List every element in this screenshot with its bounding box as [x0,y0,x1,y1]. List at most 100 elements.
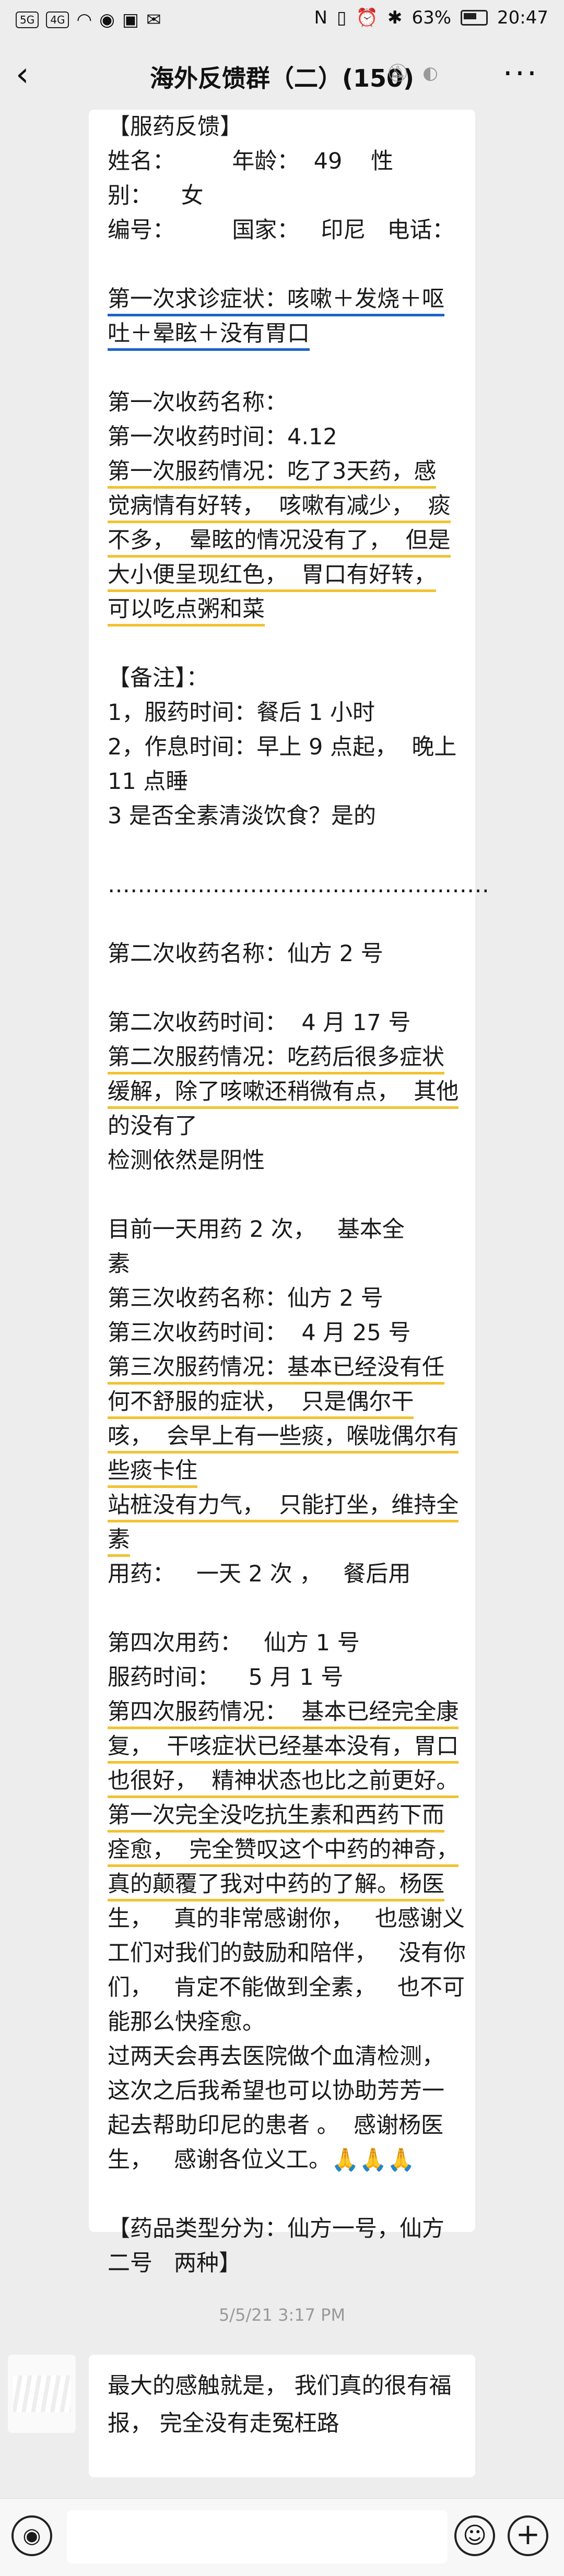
message-line: 二号 两种】 [108,2246,460,2280]
message-line-text: 编号： 国家： 印尼 电话： [108,217,455,243]
message-line-text: 可以吃点粥和菜 [108,595,265,627]
message-line: 能那么快痊愈。 [108,2005,460,2039]
message-line: 【服药反馈】 [108,110,460,144]
message-line: 们， 肯定不能做到全素， 也不可 [108,1970,465,2005]
message-line-text: 第一次求诊症状：咳嗽＋发烧＋呕 [108,285,444,316]
message-line-text: 第二次服药情况：吃药后很多症状 [108,1043,444,1074]
chat-title: 海外反馈群（二）(150) [149,64,415,92]
message-line-text: 第四次服药情况： 基本已经完全康 [108,1697,459,1729]
more-options-button[interactable]: ··· [503,55,539,92]
message-line-text: 2，作息时间：早上 9 点起， 晚上 [108,734,457,760]
message-line-text: 能那么快痊愈。 [108,2009,265,2035]
message-line-text: 第一次服药情况：吃了3天药，感 [108,457,437,489]
message-line-text: 这次之后我希望也可以协助芳芳一 [108,2078,444,2104]
message-line: 的没有了 [108,1109,460,1143]
message-line [108,1591,460,1626]
message-line-text: 1，服药时间：餐后 1 小时 [108,700,375,726]
message-line-text: 【服药反馈】 [108,114,242,140]
message-line-text: 缓解，除了咳嗽还稍微有点， 其他 [108,1077,459,1109]
message-line: 1，服药时间：餐后 1 小时 [108,695,460,730]
message-line-text: 【备注】： [108,665,209,691]
message-line-text: 第二次收药名称：仙方 2 号 [108,941,383,967]
message-line: 【备注】： [108,661,460,695]
message-line [108,247,460,282]
message-line-text: 起去帮助印尼的患者 。 感谢杨医 [108,2112,444,2138]
message-line-text: 3 是否全素清淡饮食？是的 [108,803,377,829]
message-line-text: 觉病情有好转， 咳嗽有减少， 痰 [108,491,451,523]
message-line [108,902,460,937]
message-line: 第一次收药时间：4.12 [108,420,460,454]
input-bar: ◉ ☺ + [0,2498,564,2576]
message-line: 第三次服药情况：基本已经没有任 [108,1350,460,1385]
message-line: 过两天会再去医院做个血清检测， [108,2039,460,2074]
message-line-text: 素 [108,1525,130,1557]
message-line [108,2177,460,2212]
message-line-text: 痊愈， 完全赞叹这个中药的神奇， [108,1835,459,1867]
battery-percent: 63% [412,7,452,28]
message-line-text: 第四次用药： 仙方 1 号 [108,1630,360,1656]
chat-header: ‹ 海外反馈群（二）(150) 🔕︎ ◐ ··· [0,42,564,110]
message-line: 不多， 晕眩的情况没有了， 但是 [108,523,460,558]
voice-input-button[interactable]: ◉ [11,2515,52,2556]
message-line-text: 素 [108,1251,130,1277]
wifi-icon: ◠ [76,9,92,30]
message-line: 姓名： 年龄： 49 性 [108,144,460,179]
sender-avatar[interactable] [8,2355,76,2433]
message-line: 素 [108,1522,460,1557]
message-line [108,1178,460,1212]
message-line: 觉病情有好转， 咳嗽有减少， 痰 [108,489,460,523]
message-line: 痊愈， 完全赞叹这个中药的神奇， [108,1833,460,1867]
message-line-text: 生， 感谢各位义工。🙏🙏🙏 [108,2147,415,2173]
message-line-text: 第三次收药名称：仙方 2 号 [108,1285,383,1311]
message-line: 复， 干咳症状已经基本没有，胃口 [108,1729,460,1764]
emoji-button[interactable]: ☺ [454,2515,495,2556]
message-line-text: 大小便呈现红色， 胃口有好转， [108,560,437,592]
notification-icon: ▣ [122,9,139,30]
network-chip-1: 5G [16,11,39,28]
message-line: 可以吃点粥和菜 [108,592,460,627]
message-timestamp: 5/5/21 3:17 PM [218,2305,346,2325]
panda-app-icon: ◉ [99,9,115,30]
message-line: 检测依然是阴性 [108,1143,460,1178]
message-line [108,627,460,661]
message-line-text: 服药时间： 5 月 1 号 [108,1664,344,1691]
message-line: 2，作息时间：早上 9 点起， 晚上 [108,730,460,764]
message-line: 11 点睡 [108,764,460,799]
message-line: 吐＋晕眩＋没有胃口 [108,316,460,351]
message-input[interactable] [67,2510,448,2563]
message-line: 【药品类型分为：仙方一号，仙方 [108,2212,460,2246]
message-line: 服药时间： 5 月 1 号 [108,1660,460,1695]
message-line-text: 的没有了 [108,1113,197,1139]
message-line: 第三次收药名称：仙方 2 号 [108,1281,460,1316]
message-line: 第四次用药： 仙方 1 号 [108,1626,460,1660]
message-bubble-2[interactable]: 最大的感触就是， 我们真的很有福 报， 完全没有走冤枉路 [89,2355,475,2477]
message-line: 真的颠覆了我对中药的了解。杨医 [108,1867,460,1901]
message-bubble[interactable]: 【服药反馈】姓名： 年龄： 49 性别： 女编号： 国家： 印尼 电话： 第一次求… [89,110,489,2276]
message-line: 第二次收药名称：仙方 2 号 [108,937,460,971]
message-line: 这次之后我希望也可以协助芳芳一 [108,2074,460,2108]
message-line-text: 不多， 晕眩的情况没有了， 但是 [108,526,451,558]
muted-bell-icon: 🔕︎ [386,63,409,84]
message-line-text: 11 点睡 [108,769,189,795]
message-line-text: 工们对我们的鼓励和陪伴， 没有你 [108,1940,466,1966]
message-line: 第三次收药时间： 4 月 25 号 [108,1316,460,1350]
message-line-text: 们， 肯定不能做到全素， 也不可 [108,1975,465,2001]
message-line-text: 第一次完全没吃抗生素和西药下而 [108,1801,444,1833]
message-line [108,971,460,1006]
status-right: N ▯ ⏰ ✱ 63% 20:47 [314,7,548,28]
message-line: 缓解，除了咳嗽还稍微有点， 其他 [108,1074,460,1109]
message-line-text: 站桩没有力气， 只能打坐，维持全 [108,1491,459,1522]
message-line: 起去帮助印尼的患者 。 感谢杨医 [108,2108,460,2143]
message-line: 3 是否全素清淡饮食？是的 [108,799,460,833]
message-line-text: 第二次收药时间： 4 月 17 号 [108,1010,411,1036]
message-line-text: 过两天会再去医院做个血清检测， [108,2043,444,2070]
message-line-text: 目前一天用药 2 次， 基本全 [108,1216,405,1243]
message-line: 目前一天用药 2 次， 基本全 [108,1212,460,1247]
message-line-text: 姓名： 年龄： 49 性 [108,148,394,174]
message-line: 编号： 国家： 印尼 电话： [108,213,460,247]
add-attachment-button[interactable]: + [508,2515,548,2556]
message-line: 别： 女 [108,179,460,213]
clock: 20:47 [497,7,548,28]
message-line: 咳， 会早上有一些痰，喉咙偶尔有 [108,1419,460,1454]
message-text: 【服药反馈】姓名： 年龄： 49 性别： 女编号： 国家： 印尼 电话： 第一次求… [108,110,489,2280]
